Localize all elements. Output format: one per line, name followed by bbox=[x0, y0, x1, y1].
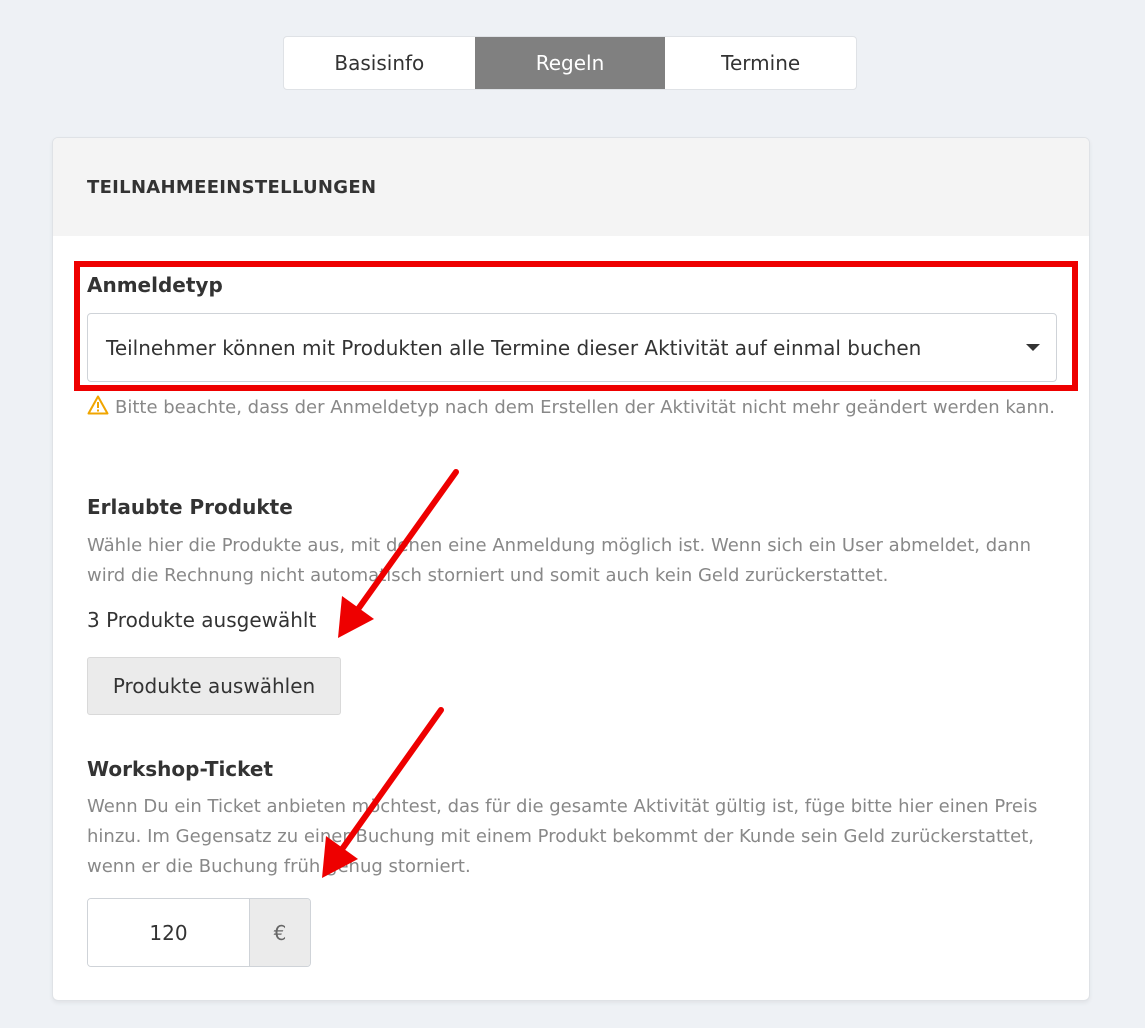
select-products-button[interactable]: Produkte auswählen bbox=[87, 657, 341, 715]
registration-warning-text: Bitte beachte, dass der Anmeldetyp nach … bbox=[115, 397, 1055, 418]
ticket-price-input[interactable] bbox=[88, 899, 250, 966]
section-title: TEILNAHMEEINSTELLUNGEN bbox=[53, 138, 1089, 236]
currency-addon: € bbox=[250, 899, 310, 966]
allowed-products-help: Wähle hier die Produkte aus, mit denen e… bbox=[87, 535, 1031, 586]
tab-termine[interactable]: Termine bbox=[665, 37, 856, 89]
allowed-products-label: Erlaubte Produkte bbox=[87, 495, 293, 519]
workshop-ticket-help: Wenn Du ein Ticket anbieten möchtest, da… bbox=[87, 796, 1038, 877]
warning-triangle-icon bbox=[87, 395, 109, 415]
settings-card: TEILNAHMEEINSTELLUNGEN Anmeldetyp Teilne… bbox=[52, 137, 1090, 1001]
annotation-highlight-box bbox=[74, 261, 1078, 391]
selected-products-count: 3 Produkte ausgewählt bbox=[87, 608, 317, 632]
tab-regeln[interactable]: Regeln bbox=[474, 37, 666, 89]
registration-warning: Bitte beachte, dass der Anmeldetyp nach … bbox=[87, 393, 1057, 423]
tab-bar: Basisinfo Regeln Termine bbox=[283, 36, 857, 90]
ticket-price-group: € bbox=[87, 898, 311, 967]
workshop-ticket-label: Workshop-Ticket bbox=[87, 757, 274, 781]
tab-basisinfo[interactable]: Basisinfo bbox=[284, 37, 475, 89]
